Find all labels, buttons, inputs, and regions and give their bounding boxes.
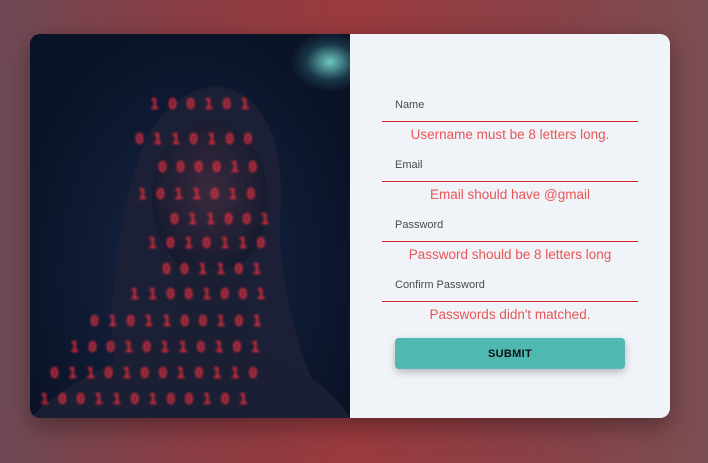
password-error: Password should be 8 letters long <box>408 247 612 262</box>
confirm-password-field-wrapper <box>382 269 638 302</box>
signup-card: 1 0 0 1 0 1 0 1 1 0 1 0 0 0 0 0 0 1 0 1 … <box>30 34 670 418</box>
email-field-wrapper <box>382 149 638 182</box>
password-field-wrapper <box>382 209 638 242</box>
hero-image-illustration: 1 0 0 1 0 1 0 1 1 0 1 0 0 0 0 0 0 1 0 1 … <box>30 87 350 418</box>
password-input[interactable] <box>382 209 638 241</box>
name-error: Username must be 8 letters long. <box>410 127 610 142</box>
confirm-password-error: Passwords didn't matched. <box>429 307 591 322</box>
email-error: Email should have @gmail <box>429 187 591 202</box>
svg-text:0 1 1 0 0 1: 0 1 1 0 0 1 <box>170 210 269 228</box>
svg-text:1 0 0 1 1 0 1 0 0 1 0 1: 1 0 0 1 1 0 1 0 0 1 0 1 <box>40 390 248 408</box>
svg-text:0 1 1 0 1 0 0: 0 1 1 0 1 0 0 <box>135 130 252 148</box>
email-input[interactable] <box>382 149 638 181</box>
signup-form: Username must be 8 letters long. Email s… <box>350 34 670 418</box>
svg-text:1 0 1 1 0 1 0: 1 0 1 1 0 1 0 <box>138 185 255 203</box>
svg-text:1 0 1 0 1 1 0: 1 0 1 0 1 1 0 <box>148 234 265 252</box>
svg-text:0 0 0 0 1 0: 0 0 0 0 1 0 <box>158 158 257 176</box>
svg-text:0 1 0 1 1 0 0 1 0 1: 0 1 0 1 1 0 0 1 0 1 <box>90 312 262 330</box>
svg-text:0 0 1 1 0 1: 0 0 1 1 0 1 <box>162 260 261 278</box>
svg-text:1 1 0 0 1 0 0 1: 1 1 0 0 1 0 0 1 <box>130 285 265 303</box>
hero-image: 1 0 0 1 0 1 0 1 1 0 1 0 0 0 0 0 0 1 0 1 … <box>30 34 350 418</box>
svg-text:0 1 1 0 1 0 0 1 0 1 1 0: 0 1 1 0 1 0 0 1 0 1 1 0 <box>50 364 258 382</box>
submit-button[interactable]: SUBMIT <box>395 338 625 369</box>
svg-text:1 0 0 1 0 1: 1 0 0 1 0 1 <box>150 95 249 113</box>
name-input[interactable] <box>382 89 638 121</box>
svg-text:1 0 0 1 0 1 1 0 1 0 1: 1 0 0 1 0 1 1 0 1 0 1 <box>70 338 260 356</box>
name-field-wrapper <box>382 89 638 122</box>
confirm-password-input[interactable] <box>382 269 638 301</box>
